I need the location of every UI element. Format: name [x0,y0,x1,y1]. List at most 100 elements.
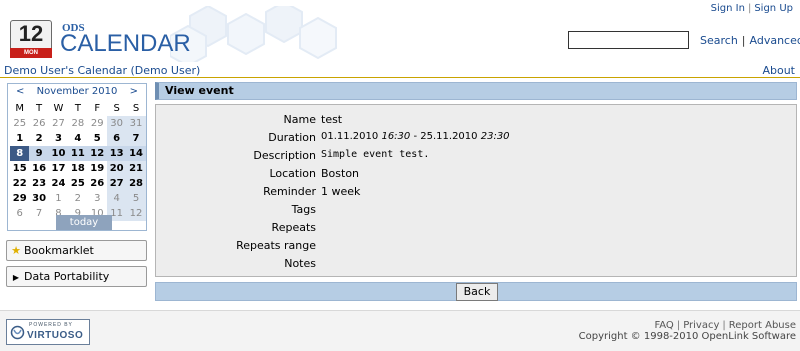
calendar-logo-icon: 12 MON [10,20,52,58]
day-cell[interactable]: 6 [10,206,29,221]
day-cell[interactable]: 29 [88,116,107,131]
link-separator: | [676,320,681,331]
day-cell-selected[interactable]: 8 [10,146,30,161]
day-cell[interactable]: 2 [68,191,87,206]
day-cell[interactable]: 30 [29,191,48,206]
day-cell[interactable]: 3 [88,191,107,206]
breadcrumb-calendar-link[interactable]: Demo User's Calendar (Demo User) [4,64,200,77]
dow-label: T [74,103,81,114]
day-cell[interactable]: 7 [29,206,48,221]
mini-calendar-header: < November 2010 > [8,86,146,100]
mini-calendar: < November 2010 > M T W T F S S 25 26 27… [7,83,147,231]
description-label: Description [253,149,316,162]
search-input[interactable] [568,31,689,49]
search-link[interactable]: Search [700,34,738,47]
day-cell[interactable]: 15 [10,161,29,176]
view-event-header: View event [155,82,797,100]
day-cell[interactable]: 4 [68,131,87,146]
name-label: Name [283,113,316,126]
day-cell[interactable]: 25 [10,116,29,131]
dow-label: F [94,103,101,114]
detail-row-notes: Notes [156,255,796,273]
repeats-range-label: Repeats range [236,239,316,252]
day-cell[interactable]: 26 [88,176,107,191]
day-cell[interactable]: 14 [126,146,145,161]
day-cell[interactable]: 3 [49,131,68,146]
day-cell[interactable]: 4 [106,191,127,206]
about-link[interactable]: About [762,64,795,77]
name-value: test [321,113,343,126]
day-cell[interactable]: 5 [88,131,107,146]
dow-label: S [132,103,140,114]
location-label: Location [269,167,316,180]
day-cell[interactable]: 7 [126,131,146,146]
day-cell[interactable]: 30 [106,116,127,131]
bookmarklet-label: Bookmarklet [24,244,94,257]
day-cell[interactable]: 6 [106,131,127,146]
day-cell[interactable]: 27 [106,176,127,191]
day-cell[interactable]: 13 [107,146,126,161]
sign-in-link[interactable]: Sign In [711,3,745,14]
day-cell[interactable]: 24 [49,176,68,191]
privacy-link[interactable]: Privacy [683,320,719,331]
detail-row-location: Location Boston [156,165,796,183]
data-portability-button[interactable]: ▶ Data Portability [6,266,147,287]
day-cell[interactable]: 20 [106,161,127,176]
data-portability-label: Data Portability [24,270,110,283]
day-cell[interactable]: 11 [68,146,87,161]
duration-start-time: 16:30 [381,131,411,142]
day-cell[interactable]: 25 [68,176,87,191]
day-cell[interactable]: 10 [49,146,68,161]
day-cell[interactable]: 29 [10,191,29,206]
day-cell[interactable]: 17 [49,161,68,176]
day-cell[interactable]: 19 [88,161,107,176]
day-cell[interactable]: 1 [49,191,68,206]
duration-separator: - [413,131,418,142]
day-cell[interactable]: 16 [29,161,48,176]
day-cell[interactable]: 31 [126,116,146,131]
repeats-label: Repeats [271,221,316,234]
day-cell[interactable]: 28 [68,116,87,131]
breadcrumb: Demo User's Calendar (Demo User) About [0,62,800,78]
week-row-current: 8 9 10 11 12 13 14 [10,146,146,161]
day-cell[interactable]: 18 [68,161,87,176]
next-month-button[interactable]: > [130,86,138,97]
detail-row-repeats: Repeats [156,219,796,237]
day-cell[interactable]: 26 [29,116,48,131]
link-separator: | [747,3,752,14]
day-cell[interactable]: 9 [29,146,48,161]
detail-row-reminder: Reminder 1 week [156,183,796,201]
day-cell[interactable]: 12 [126,206,146,221]
day-cell[interactable]: 12 [88,146,107,161]
calendar-logo-month: MON [10,48,52,58]
day-cell[interactable]: 27 [49,116,68,131]
duration-end-date: 25.11.2010 [420,131,478,142]
back-button[interactable]: Back [456,283,498,301]
duration-end-time: 23:30 [480,131,510,142]
day-cell[interactable]: 22 [10,176,29,191]
day-cell[interactable]: 21 [126,161,146,176]
hexagon-background-graphic [170,6,337,62]
today-button[interactable]: today [56,215,112,230]
powered-by-virtuoso-logo[interactable]: POWERED BY VIRTUOSO [6,319,90,345]
triangle-right-icon: ▶ [12,273,20,282]
link-separator: | [722,320,726,331]
location-value: Boston [321,167,360,180]
mini-calendar-grid: M T W T F S S 25 26 27 28 29 30 31 1 2 3… [10,101,146,221]
day-cell[interactable]: 5 [126,191,146,206]
day-cell[interactable]: 2 [29,131,48,146]
faq-link[interactable]: FAQ [654,320,673,331]
report-abuse-link[interactable]: Report Abuse [729,320,796,331]
week-row: 25 26 27 28 29 30 31 [10,116,146,131]
day-cell[interactable]: 28 [126,176,146,191]
bookmarklet-button[interactable]: ★ Bookmarklet [6,240,147,261]
sign-up-link[interactable]: Sign Up [754,3,793,14]
week-row: 1 2 3 4 5 6 7 [10,131,146,146]
button-bar: Back [155,282,797,301]
day-cell[interactable]: 1 [10,131,29,146]
app-name-big: CALENDAR [60,30,191,57]
day-cell[interactable]: 23 [29,176,48,191]
advanced-search-link[interactable]: Advanced [750,34,800,47]
footer-links: FAQ | Privacy | Report Abuse [654,320,796,331]
detail-row-tags: Tags [156,201,796,219]
